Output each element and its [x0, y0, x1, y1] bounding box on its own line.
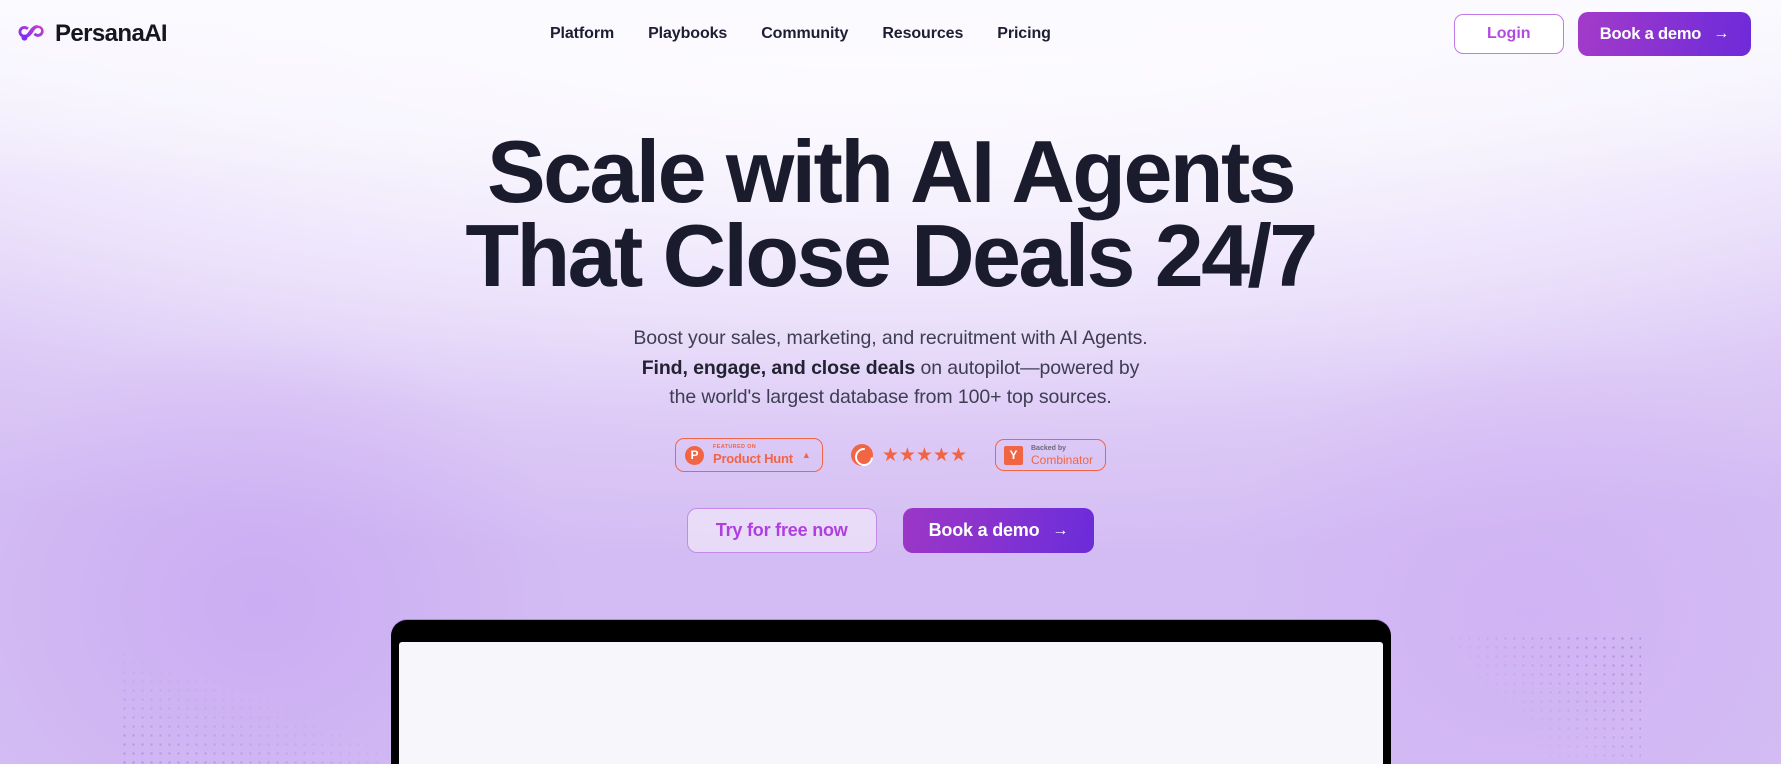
y-combinator-name: Combinator — [1031, 452, 1094, 467]
book-demo-hero-button[interactable]: Book a demo → — [902, 508, 1095, 554]
nav-link-playbooks[interactable]: Playbooks — [648, 25, 727, 43]
book-demo-nav-button[interactable]: Book a demo → — [1577, 12, 1751, 56]
star-rating: ★★★★★ — [881, 444, 967, 466]
product-screenshot-device — [390, 620, 1391, 764]
hero-page: PersanaAI Platform Playbooks Community R… — [0, 0, 1781, 764]
subheadline-line-2-rest: on autopilot—powered by — [915, 356, 1140, 379]
dot-pattern-right — [1411, 634, 1641, 764]
arrow-right-icon: → — [1052, 521, 1069, 539]
subheadline-line-3: the world's largest database from 100+ t… — [669, 386, 1112, 409]
nav-link-resources[interactable]: Resources — [882, 25, 963, 43]
caret-up-icon: ▲ — [801, 449, 811, 460]
try-for-free-button[interactable]: Try for free now — [686, 508, 877, 554]
book-demo-hero-label: Book a demo — [928, 520, 1040, 541]
nav-link-community[interactable]: Community — [761, 25, 848, 43]
page-title: Scale with AI Agents That Close Deals 24… — [0, 128, 1781, 305]
y-combinator-text: Backed by Combinator — [1031, 445, 1093, 466]
dot-pattern-left — [120, 614, 380, 764]
headline-line-2: That Close Deals 24/7 — [465, 205, 1318, 305]
device-screen — [398, 642, 1383, 764]
y-combinator-badge[interactable]: Y Backed by Combinator — [995, 439, 1107, 472]
product-hunt-text: FEATURED ON Product Hunt — [712, 443, 793, 467]
brand-logo[interactable]: PersanaAI — [18, 19, 168, 49]
nav-links: Platform Playbooks Community Resources P… — [147, 25, 1454, 43]
product-hunt-icon: P — [684, 445, 704, 465]
persana-infinity-logo-icon — [18, 25, 44, 41]
product-hunt-name: Product Hunt — [712, 451, 793, 467]
hero-section: Scale with AI Agents That Close Deals 24… — [0, 68, 1781, 554]
nav-actions: Login Book a demo → — [1453, 12, 1751, 56]
subheadline-emphasis: Find, engage, and close deals — [641, 356, 916, 379]
book-demo-nav-label: Book a demo — [1599, 24, 1702, 43]
hero-subheadline: Boost your sales, marketing, and recruit… — [0, 324, 1781, 413]
social-proof-badges: P FEATURED ON Product Hunt ▲ ★★★★★ Y Bac… — [0, 438, 1781, 473]
g2-rating-badge[interactable]: ★★★★★ — [850, 444, 967, 467]
product-hunt-badge[interactable]: P FEATURED ON Product Hunt ▲ — [674, 438, 823, 473]
login-button[interactable]: Login — [1453, 14, 1564, 54]
nav-link-pricing[interactable]: Pricing — [997, 25, 1051, 43]
main-navbar: PersanaAI Platform Playbooks Community R… — [0, 0, 1781, 68]
arrow-right-icon: → — [1713, 25, 1729, 42]
nav-link-platform[interactable]: Platform — [550, 25, 614, 43]
subheadline-line-1: Boost your sales, marketing, and recruit… — [633, 327, 1148, 350]
product-hunt-kicker: FEATURED ON — [712, 443, 757, 450]
hero-cta-group: Try for free now Book a demo → — [0, 508, 1781, 554]
y-combinator-icon: Y — [1004, 445, 1023, 465]
y-combinator-kicker: Backed by — [1031, 444, 1067, 452]
g2-crowd-icon — [850, 444, 873, 467]
